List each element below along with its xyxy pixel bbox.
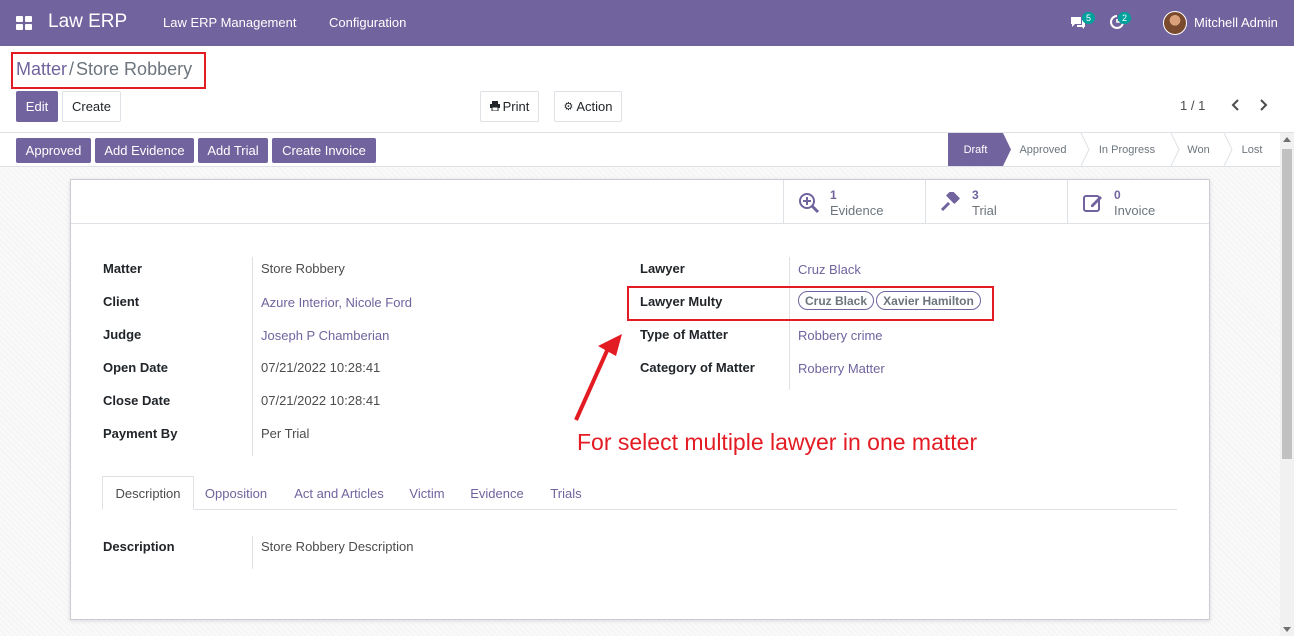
form-sheet: 1 Evidence 3 Trial 0 Invoice [70,179,1210,620]
scroll-up-icon[interactable] [1283,137,1291,142]
close-date-label: Close Date [103,393,171,408]
scroll-down-icon[interactable] [1283,627,1291,632]
edit-icon [1082,192,1104,214]
create-invoice-button[interactable]: Create Invoice [272,138,376,163]
category-of-matter-label: Category of Matter [640,360,755,375]
tab-trials[interactable]: Trials [544,476,588,510]
annotation-arrow-icon [574,334,622,421]
trial-label: Trial [972,203,997,218]
highlight-lawyer-multy-box [627,286,994,321]
trial-smart-button[interactable]: 3 Trial [925,180,1067,223]
matter-label: Matter [103,261,143,276]
type-of-matter-link[interactable]: Robbery crime [798,328,883,343]
menu-configuration[interactable]: Configuration [329,15,406,30]
tab-victim[interactable]: Victim [402,476,452,510]
status-bar: Approved Add Evidence Add Trial Create I… [0,132,1294,167]
scroll-thumb[interactable] [1282,149,1292,459]
description-label: Description [103,539,175,554]
action-label: Action [576,99,613,114]
user-avatar[interactable] [1163,11,1187,35]
apps-menu-icon[interactable] [16,16,32,30]
create-button[interactable]: Create [62,91,121,122]
add-trial-button[interactable]: Add Trial [198,138,268,163]
search-plus-icon [798,192,820,214]
add-evidence-button[interactable]: Add Evidence [95,138,194,163]
print-label: Print [502,99,530,114]
annotation-text: For select multiple lawyer in one matter [577,429,978,455]
judge-label: Judge [103,327,142,342]
evidence-smart-button[interactable]: 1 Evidence [783,180,925,223]
tab-description[interactable]: Description [102,476,194,510]
lawyer-link[interactable]: Cruz Black [798,262,861,277]
right-fields-divider [789,257,790,390]
top-navbar: Law ERP Law ERP Management Configuration… [0,0,1294,46]
category-of-matter-link[interactable]: Roberry Matter [798,361,885,376]
print-icon [489,99,500,114]
app-brand[interactable]: Law ERP [48,11,127,33]
pager-previous-icon[interactable] [1229,97,1243,113]
open-date-label: Open Date [103,360,169,375]
trial-count: 3 [972,188,979,202]
messages-badge: 5 [1082,12,1096,24]
gavel-icon [940,190,962,214]
matter-value: Store Robbery [261,261,345,276]
client-link[interactable]: Azure Interior, Nicole Ford [261,295,412,310]
tab-act-and-articles[interactable]: Act and Articles [284,476,394,510]
action-button[interactable]: ⚙ Action [554,91,622,122]
print-button[interactable]: Print [480,91,539,122]
judge-link[interactable]: Joseph P Chamberian [261,328,389,343]
smart-buttons-row: 1 Evidence 3 Trial 0 Invoice [71,180,1209,224]
tab-opposition[interactable]: Opposition [196,476,276,510]
evidence-label: Evidence [830,203,884,218]
evidence-count: 1 [830,188,837,202]
payment-by-value: Per Trial [261,426,310,441]
tab-evidence[interactable]: Evidence [464,476,530,510]
invoice-count: 0 [1114,188,1121,202]
client-label: Client [103,294,140,309]
pager-next-icon[interactable] [1256,97,1270,113]
invoice-smart-button[interactable]: 0 Invoice [1067,180,1209,223]
left-fields-divider [252,257,253,456]
user-menu-name[interactable]: Mitchell Admin [1194,15,1278,30]
pager-value[interactable]: 1 / 1 [1180,98,1205,113]
type-of-matter-label: Type of Matter [640,327,728,342]
activities-badge: 2 [1118,12,1132,24]
lawyer-label: Lawyer [640,261,685,276]
highlight-breadcrumb-box [11,52,206,89]
open-date-value: 07/21/2022 10:28:41 [261,360,381,375]
gear-icon: ⚙ [563,101,574,113]
close-date-value: 07/21/2022 10:28:41 [261,393,381,408]
description-divider [252,536,253,569]
notebook-tabs: Description Opposition Act and Articles … [102,476,1177,510]
payment-by-label: Payment By [103,426,178,441]
edit-button[interactable]: Edit [16,91,58,122]
vertical-scrollbar[interactable] [1280,133,1294,636]
description-value: Store Robbery Description [261,539,414,554]
invoice-label: Invoice [1114,203,1156,218]
menu-law-erp-management[interactable]: Law ERP Management [163,15,296,30]
stage-separators [1003,133,1233,166]
approved-button[interactable]: Approved [16,138,91,163]
